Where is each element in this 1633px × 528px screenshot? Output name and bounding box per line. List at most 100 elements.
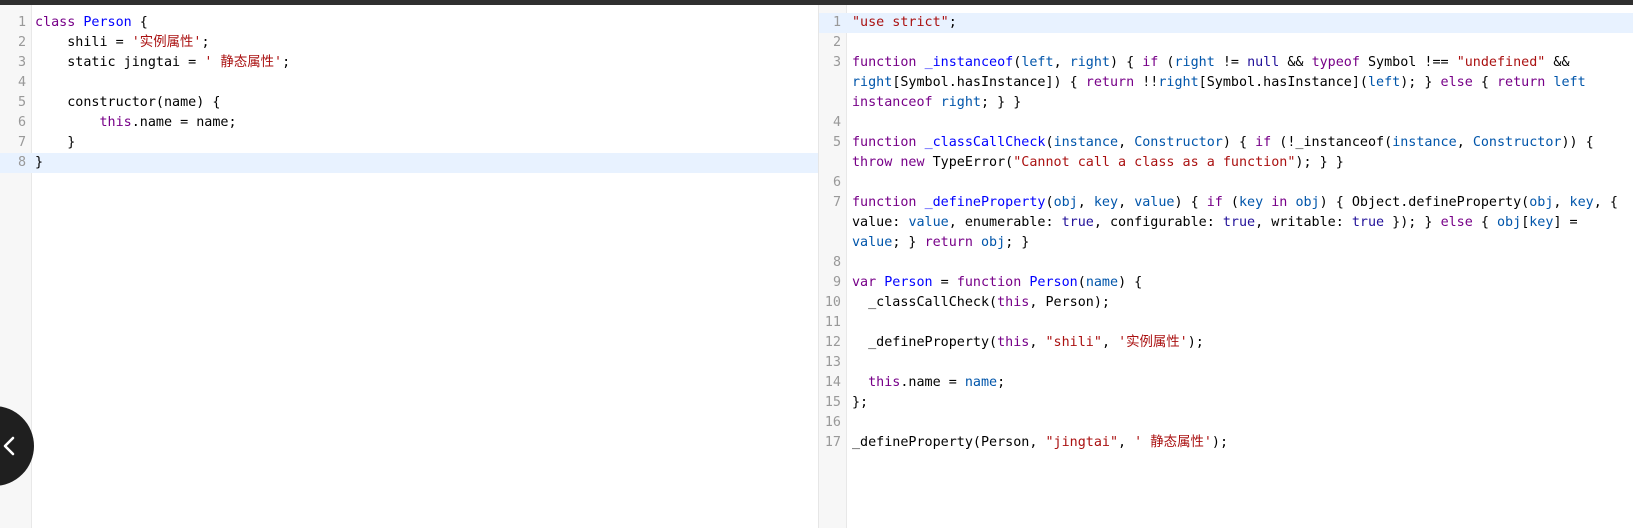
- code-token: obj: [1053, 195, 1078, 210]
- line-number: 4: [832, 115, 841, 130]
- code-line[interactable]: 14 this.name = name;: [819, 373, 1633, 393]
- line-number: 1: [832, 15, 841, 30]
- code-token: right: [940, 95, 981, 110]
- code-text: ​: [819, 253, 1633, 273]
- code-text: function _instanceof(left, right) { if (…: [819, 53, 1633, 113]
- code-line[interactable]: 12 _defineProperty(this, "shili", '实例属性'…: [819, 333, 1633, 353]
- line-number: 6: [17, 115, 26, 130]
- code-line[interactable]: 5 constructor(name) {: [0, 93, 818, 113]
- code-token: , configurable:: [1093, 215, 1223, 230]
- code-line[interactable]: 11​: [819, 313, 1633, 333]
- code-token: {: [1472, 75, 1497, 90]
- code-token: (: [1222, 195, 1239, 210]
- code-token: obj: [1497, 215, 1522, 230]
- code-line[interactable]: 5 function _classCallCheck(instance, Cons…: [819, 133, 1633, 173]
- code-text: }: [0, 133, 818, 153]
- code-token: name: [1085, 275, 1119, 290]
- code-token: value: [908, 215, 949, 230]
- code-token: static jingtai =: [35, 55, 205, 70]
- code-token: ,: [1118, 135, 1135, 150]
- line-number: 11: [824, 315, 841, 330]
- code-token: typeof: [1311, 55, 1360, 70]
- code-line[interactable]: 15};: [819, 393, 1633, 413]
- code-line[interactable]: 3 function _instanceof(left, right) { if …: [819, 53, 1633, 113]
- code-token: =: [932, 275, 957, 290]
- code-token: new: [900, 155, 925, 170]
- code-token: right: [1174, 55, 1215, 70]
- code-token: if: [1142, 55, 1159, 70]
- source-editor[interactable]: 1 class Person {2 shili = '实例属性'; 3 static…: [0, 5, 819, 528]
- code-token: return: [1496, 75, 1546, 90]
- code-token: ' 静态属性': [204, 55, 283, 70]
- code-text: constructor(name) {: [0, 93, 818, 113]
- code-line[interactable]: 1 class Person {: [0, 13, 818, 33]
- code-token: return: [1085, 75, 1135, 90]
- chevron-left-icon: [3, 436, 15, 456]
- line-number: 12: [824, 335, 841, 350]
- code-line[interactable]: 7 function _defineProperty(obj, key, valu…: [819, 193, 1633, 253]
- code-line[interactable]: 4​: [0, 73, 818, 93]
- line-number: 2: [832, 35, 841, 50]
- code-token: );: [1211, 435, 1229, 450]
- source-code-lines[interactable]: 1 class Person {2 shili = '实例属性'; 3 static…: [0, 13, 818, 173]
- line-number: 5: [17, 95, 26, 110]
- code-line[interactable]: 8}: [0, 153, 818, 173]
- code-line[interactable]: 2 shili = '实例属性';: [0, 33, 818, 53]
- line-number: 5: [832, 135, 841, 150]
- code-line[interactable]: 7 }: [0, 133, 818, 153]
- code-token: this: [997, 295, 1030, 310]
- code-token: function: [852, 55, 917, 70]
- code-line[interactable]: 13​: [819, 353, 1633, 373]
- code-token: '实例属性': [1118, 335, 1188, 350]
- code-token: }: [35, 135, 76, 150]
- code-token: obj: [981, 235, 1006, 250]
- code-token: .name = name;: [131, 115, 237, 130]
- compiled-code-lines[interactable]: 1"use strict";2​3function _instanceof(le…: [819, 13, 1633, 453]
- code-token: ,: [1118, 195, 1135, 210]
- code-line[interactable]: 17 _defineProperty(Person, "jingtai", ' 静…: [819, 433, 1633, 453]
- code-token: ,: [1118, 435, 1135, 450]
- code-line[interactable]: 8​: [819, 253, 1633, 273]
- code-token: ,: [1053, 55, 1070, 70]
- line-number: 16: [824, 415, 841, 430]
- line-number: 6: [832, 175, 841, 190]
- code-token: ; }: [892, 235, 925, 250]
- code-token: Person: [1029, 275, 1078, 290]
- code-line[interactable]: 6​: [819, 173, 1633, 193]
- code-line[interactable]: 1 "use strict";: [819, 13, 1633, 33]
- code-line[interactable]: 9 var Person = function Person(name) {: [819, 273, 1633, 293]
- code-token: null: [1247, 55, 1280, 70]
- code-text: class Person {: [0, 13, 818, 33]
- code-token: else: [1440, 75, 1473, 90]
- compiled-output-editor[interactable]: 1"use strict";2​3function _instanceof(le…: [819, 5, 1633, 528]
- code-token: ) { Object.defineProperty(: [1319, 195, 1530, 210]
- line-number: 3: [832, 55, 841, 70]
- line-number: 13: [824, 355, 841, 370]
- code-token: ,: [1101, 335, 1119, 350]
- code-token: instance: [1053, 135, 1119, 150]
- code-line[interactable]: 6 this.name = name;: [0, 113, 818, 133]
- code-token: instance: [1392, 135, 1457, 150]
- code-line[interactable]: 10 _classCallCheck(this, Person);: [819, 293, 1633, 313]
- code-line[interactable]: 4​: [819, 113, 1633, 133]
- code-text: function _classCallCheck(instance, Const…: [819, 133, 1633, 173]
- line-number: 14: [824, 375, 841, 390]
- code-token: ' 静态属性': [1134, 435, 1212, 450]
- code-token: ;: [282, 55, 291, 70]
- code-line[interactable]: 16​: [819, 413, 1633, 433]
- code-token: (: [1158, 55, 1175, 70]
- code-token: }); }: [1384, 215, 1441, 230]
- line-number: 8: [17, 155, 26, 170]
- code-text: };: [819, 393, 1633, 413]
- code-text: _defineProperty(Person, "jingtai", ' 静态属…: [819, 433, 1633, 453]
- code-token: {: [131, 15, 148, 30]
- code-token: TypeError(: [924, 155, 1014, 170]
- code-line[interactable]: 3 static jingtai = ' 静态属性';: [0, 53, 818, 73]
- code-token: .name =: [900, 375, 965, 390]
- code-text: function _defineProperty(obj, key, value…: [819, 193, 1633, 253]
- code-token: [Symbol.hasInstance](: [1198, 75, 1368, 90]
- code-text: _defineProperty(this, "shili", '实例属性');: [819, 333, 1633, 353]
- code-token: instanceof: [852, 95, 933, 110]
- code-line[interactable]: 2​: [819, 33, 1633, 53]
